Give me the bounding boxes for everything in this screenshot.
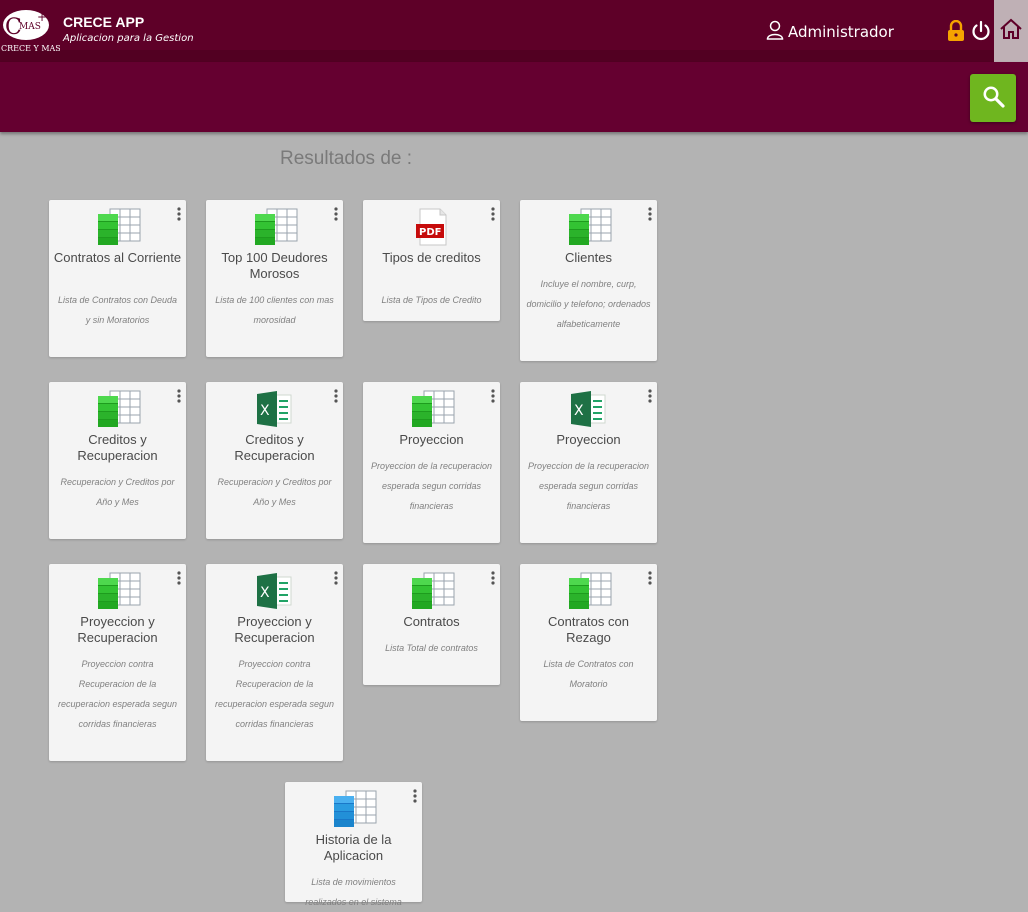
report-description: Lista de movimientos realizados en el si… (305, 877, 402, 907)
excel-icon: X (561, 390, 617, 428)
report-title: Proyeccion y Recuperacion (77, 614, 158, 645)
report-title: Contratos (403, 614, 460, 629)
report-title: Proyeccion (399, 432, 464, 447)
spreadsheet-green-icon (561, 208, 617, 246)
spreadsheet-green-icon (90, 572, 146, 610)
report-title: Tipos de creditos (382, 250, 481, 265)
more-options-icon[interactable] (647, 206, 653, 221)
excel-icon: X (247, 390, 303, 428)
search-button[interactable] (970, 74, 1016, 122)
report-title: Proyeccion y Recuperacion (234, 614, 315, 645)
more-options-icon[interactable] (647, 388, 653, 403)
more-options-icon[interactable] (333, 388, 339, 403)
report-description: Lista de Tipos de Credito (381, 295, 482, 305)
svg-text:X: X (260, 585, 270, 601)
report-description: Proyeccion de la recuperacion esperada s… (527, 461, 650, 511)
svg-text:X: X (574, 403, 584, 419)
pdf-icon: PDF (404, 208, 460, 246)
report-card[interactable]: Top 100 Deudores Morosos Lista de 100 cli… (206, 200, 343, 357)
report-card[interactable]: Proyeccion Proyeccion de la recuperacion … (363, 382, 500, 543)
report-description: Incluye el nombre, curp, domicilio y tel… (526, 279, 651, 329)
report-card[interactable]: X Proyeccion Proyeccion de la recuperacion… (520, 382, 657, 543)
report-title: Clientes (565, 250, 612, 265)
report-card[interactable]: Contratos Lista Total de contratos (363, 564, 500, 685)
report-description: Lista de Contratos con Deuda y sin Morat… (57, 295, 178, 325)
spreadsheet-green-icon (90, 208, 146, 246)
report-description: Lista Total de contratos (385, 643, 478, 653)
report-title: Historia de la Aplicacion (315, 832, 392, 863)
spreadsheet-green-icon (90, 390, 146, 428)
report-card[interactable]: Proyeccion y Recuperacion Proyeccion cont… (49, 564, 186, 761)
excel-icon: X (247, 572, 303, 610)
home-button[interactable] (994, 0, 1028, 62)
report-title: Contratos al Corriente (53, 250, 182, 265)
more-options-icon[interactable] (490, 388, 496, 403)
search-icon (980, 83, 1006, 113)
user-icon (766, 20, 784, 44)
report-description: Proyeccion contra Recuperacion de la rec… (57, 659, 178, 729)
more-options-icon[interactable] (412, 788, 418, 803)
more-options-icon[interactable] (490, 570, 496, 585)
spreadsheet-green-icon (561, 572, 617, 610)
spreadsheet-green-icon (404, 572, 460, 610)
report-card[interactable]: Clientes Incluye el nombre, curp, domicil… (520, 200, 657, 361)
svg-text:+: + (37, 10, 47, 24)
report-description: Lista de Contratos con Moratorio (543, 659, 634, 689)
report-title: Creditos y Recuperacion (234, 432, 315, 463)
app-subtitle: Aplicacion para la Gestion (63, 33, 194, 44)
spreadsheet-green-icon (247, 208, 303, 246)
svg-text:X: X (260, 403, 270, 419)
report-description: Lista de 100 clientes con mas morosidad (215, 295, 334, 325)
crece-y-mas-logo[interactable]: C MAS + CRECE Y MAS (0, 4, 61, 54)
lock-icon[interactable] (946, 19, 966, 42)
report-title: Proyeccion (556, 432, 621, 447)
results-heading: Resultados de : (280, 148, 413, 169)
svg-text:PDF: PDF (419, 227, 441, 238)
report-card[interactable]: PDF Tipos de creditos Lista de Tipos de Cr… (363, 200, 500, 321)
report-title: Creditos y Recuperacion (77, 432, 158, 463)
app-title: CRECE APP (63, 14, 145, 30)
report-title: Top 100 Deudores Morosos (221, 250, 328, 281)
user-name: Administrador (788, 23, 894, 41)
more-options-icon[interactable] (490, 206, 496, 221)
report-description: Recuperacion y Creditos por Año y Mes (60, 477, 175, 507)
report-card[interactable]: X Proyeccion y Recuperacion Proyeccion con… (206, 564, 343, 761)
report-description: Proyeccion contra Recuperacion de la rec… (214, 659, 335, 729)
spreadsheet-green-icon (404, 390, 460, 428)
more-options-icon[interactable] (333, 206, 339, 221)
user-menu[interactable]: Administrador (766, 20, 894, 44)
toolbar (0, 62, 1028, 132)
report-card[interactable]: Contratos al Corriente Lista de Contratos… (49, 200, 186, 357)
report-title: Contratos con Rezago (548, 614, 629, 645)
svg-text:CRECE Y MAS: CRECE Y MAS (1, 44, 60, 53)
spreadsheet-blue-icon (326, 790, 382, 828)
more-options-icon[interactable] (647, 570, 653, 585)
home-icon (999, 17, 1023, 45)
report-card[interactable]: Contratos con Rezago Lista de Contratos c… (520, 564, 657, 721)
more-options-icon[interactable] (176, 206, 182, 221)
top-bar-band (0, 50, 1028, 62)
report-card[interactable]: Historia de la Aplicacion Lista de movimi… (285, 782, 422, 907)
more-options-icon[interactable] (333, 570, 339, 585)
report-card[interactable]: X Creditos y Recuperacion Recuperacion y C… (206, 382, 343, 539)
power-icon[interactable] (970, 20, 992, 42)
more-options-icon[interactable] (176, 388, 182, 403)
report-description: Proyeccion de la recuperacion esperada s… (370, 461, 493, 511)
report-card[interactable]: Creditos y Recuperacion Recuperacion y Cr… (49, 382, 186, 539)
more-options-icon[interactable] (176, 570, 182, 585)
report-description: Recuperacion y Creditos por Año y Mes (217, 477, 332, 507)
